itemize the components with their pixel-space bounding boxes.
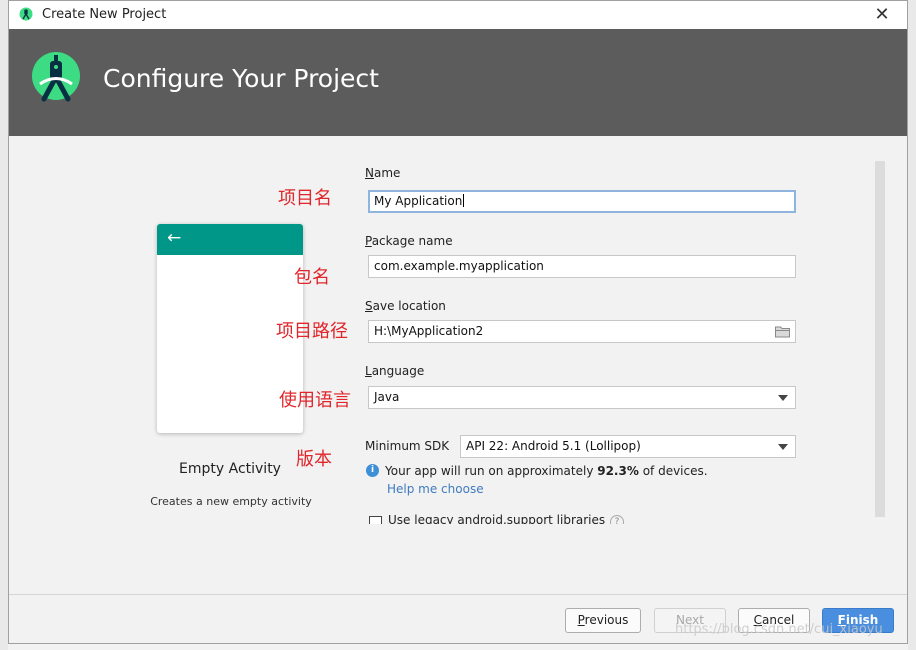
previous-button[interactable]: Previous	[565, 608, 641, 633]
android-studio-icon	[19, 7, 33, 21]
info-icon: i	[366, 464, 379, 477]
save-location-field[interactable]: H:\MyApplication2	[368, 320, 796, 343]
annotation-package-name: 包名	[294, 267, 330, 288]
minimum-sdk-select[interactable]: API 22: Android 5.1 (Lollipop)	[460, 435, 796, 458]
package-name-field[interactable]: com.example.myapplication	[368, 255, 796, 278]
annotation-project-name: 项目名	[278, 188, 332, 209]
minimum-sdk-label: Minimum SDK	[365, 439, 450, 453]
activity-description: Creates a new empty activity	[150, 495, 312, 508]
watermark: https://blog.csdn.net/cui_xiaoyu	[675, 622, 883, 637]
android-studio-logo-icon	[32, 52, 80, 102]
close-icon[interactable]: ✕	[871, 4, 893, 26]
title-bar: Create New Project ✕	[9, 1, 907, 29]
footer-separator	[9, 594, 907, 595]
background-window-strip-right	[908, 0, 916, 650]
preview-app-bar: ←	[157, 224, 303, 255]
dropdown-arrow-icon	[778, 444, 788, 450]
form-scrollbar[interactable]	[875, 161, 885, 517]
language-label: Language	[365, 364, 425, 378]
back-arrow-icon: ←	[167, 228, 182, 248]
language-select[interactable]: Java	[368, 386, 796, 409]
create-project-dialog: Create New Project ✕ Configure Your Proj…	[8, 0, 908, 644]
help-me-choose-link[interactable]: Help me choose	[387, 482, 484, 496]
annotation-language: 使用语言	[279, 390, 351, 411]
wizard-header: Configure Your Project	[9, 29, 907, 136]
name-label: Name	[365, 166, 401, 180]
annotation-version: 版本	[296, 449, 332, 470]
name-field[interactable]: My Application	[368, 190, 796, 213]
folder-icon[interactable]	[775, 325, 790, 338]
activity-name: Empty Activity	[179, 461, 281, 477]
page-title: Configure Your Project	[103, 64, 379, 93]
dropdown-arrow-icon	[778, 395, 788, 401]
annotation-project-path: 项目路径	[276, 321, 348, 342]
save-location-label: Save location	[365, 299, 446, 313]
device-coverage-text: Your app will run on approximately 92.3%…	[385, 464, 708, 478]
background-window-strip	[0, 0, 8, 650]
window-title: Create New Project	[42, 7, 167, 22]
scroll-clip-region	[349, 524, 869, 584]
package-name-label: Package name	[365, 234, 453, 248]
